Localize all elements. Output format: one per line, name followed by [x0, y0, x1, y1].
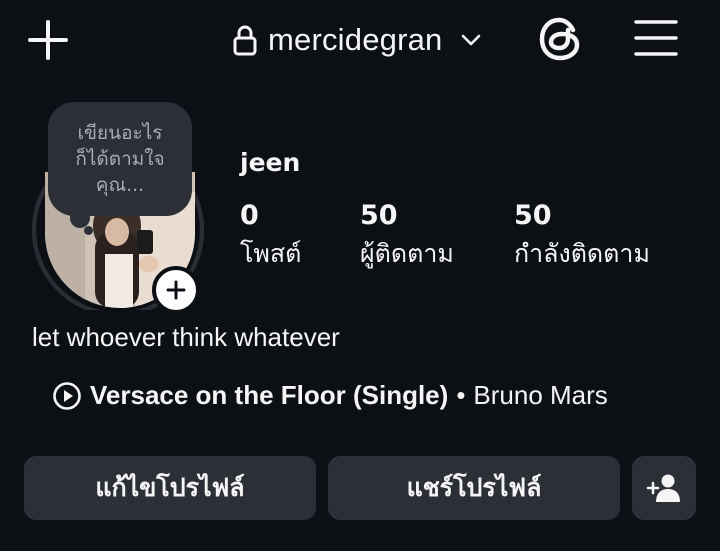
posts-count: 0 [240, 200, 259, 231]
followers-label: ผู้ติดตาม [360, 239, 454, 268]
play-circle-icon [53, 381, 81, 410]
posts-stat[interactable]: 0 โพสต์ [240, 200, 301, 272]
edit-profile-button[interactable]: แก้ไขโปรไฟล์ [24, 456, 316, 520]
lock-icon [233, 25, 257, 56]
note-placeholder: เขียนอะไร ก็ได้ตามใจ คุณ... [75, 122, 165, 196]
plus-icon [28, 20, 68, 60]
following-stat[interactable]: 50 กำลังติดตาม [514, 200, 650, 272]
top-bar: mercidegran [0, 0, 720, 80]
add-story-button[interactable] [152, 266, 200, 314]
threads-icon [539, 17, 580, 61]
artist-name: Bruno Mars [473, 380, 608, 410]
account-switcher[interactable]: mercidegran [232, 18, 483, 62]
followers-stat[interactable]: 50 ผู้ติดตาม [360, 200, 454, 272]
menu-button[interactable] [632, 16, 680, 60]
followers-count: 50 [360, 200, 398, 231]
share-profile-button[interactable]: แชร์โปรไฟล์ [328, 456, 620, 520]
account-username: mercidegran [268, 22, 443, 57]
song-title: Versace on the Floor (Single) [90, 380, 449, 410]
posts-label: โพสต์ [240, 239, 302, 268]
chevron-down-icon [461, 34, 480, 46]
hamburger-menu-icon [634, 20, 678, 56]
discover-people-button[interactable] [632, 456, 696, 520]
profile-music[interactable]: Versace on the Floor (Single) • Bruno Ma… [52, 380, 608, 411]
following-label: กำลังติดตาม [514, 239, 650, 268]
note-bubble[interactable]: เขียนอะไร ก็ได้ตามใจ คุณ... [48, 102, 192, 216]
bio-text: let whoever think whatever [32, 322, 340, 352]
person-add-icon [646, 474, 680, 502]
separator-dot: • [456, 380, 466, 410]
plus-icon [166, 280, 186, 300]
create-button[interactable] [26, 18, 70, 62]
display-name: jeen [240, 148, 301, 177]
threads-button[interactable] [536, 14, 586, 64]
note-tail-dot [84, 226, 93, 235]
following-count: 50 [514, 200, 552, 231]
